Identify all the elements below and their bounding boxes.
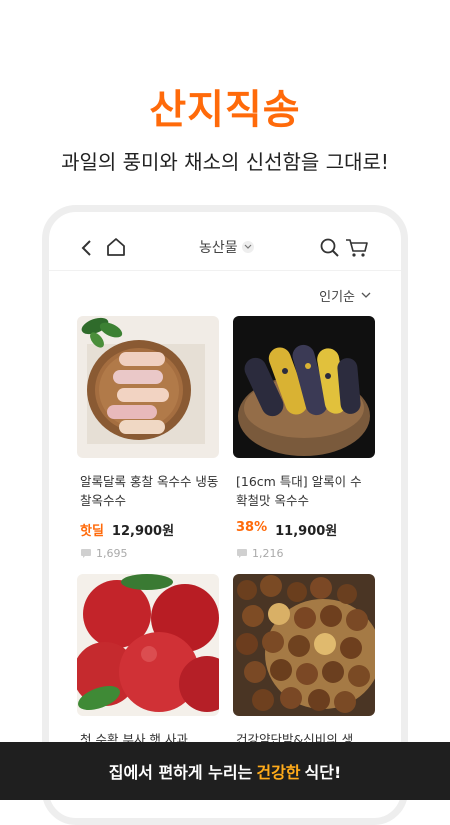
divider xyxy=(49,270,401,271)
banner-suffix: 식단! xyxy=(304,763,342,782)
cart-icon[interactable] xyxy=(345,237,369,259)
product-image xyxy=(233,316,375,458)
product-image xyxy=(77,574,219,716)
banner-prefix: 집에서 편하게 누리는 xyxy=(108,763,253,782)
category-selector[interactable]: 농산물 xyxy=(199,237,254,257)
product-image xyxy=(233,574,375,716)
product-card[interactable]: [16cm 특대] 알록이 수 확철맛 옥수수 38% 11,900원 1,21… xyxy=(233,316,375,560)
category-label: 농산물 xyxy=(199,240,238,256)
search-icon[interactable] xyxy=(319,237,341,259)
product-price: 12,900원 xyxy=(111,524,175,539)
home-icon[interactable] xyxy=(105,236,127,258)
discount-badge: 38% xyxy=(236,520,268,535)
top-nav-bar: 농산물 xyxy=(49,232,401,264)
hero-subtitle: 과일의 풍미와 채소의 신선함을 그대로! xyxy=(61,150,389,174)
bottom-banner: 집에서 편하게 누리는 건강한 식단! xyxy=(0,742,450,800)
review-count-value: 1,695 xyxy=(96,547,128,560)
product-title: [16cm 특대] 알록이 수 확철맛 옥수수 xyxy=(236,474,362,508)
app-screen: 농산물 인기순 알록달록 홍찰 옥수수 냉동 찰옥수수 핫딜 12,900원 1… xyxy=(49,212,401,818)
phone-frame: 농산물 인기순 알록달록 홍찰 옥수수 냉동 찰옥수수 핫딜 12,900원 1… xyxy=(42,205,408,825)
price-row: 38% 11,900원 xyxy=(233,520,375,539)
deal-badge: 핫딜 xyxy=(80,524,104,539)
review-count: 1,695 xyxy=(77,547,219,560)
review-count-value: 1,216 xyxy=(252,547,284,560)
hero-title: 산지직송 xyxy=(149,87,301,133)
price-row: 핫딜 12,900원 xyxy=(77,520,219,539)
review-count: 1,216 xyxy=(233,547,375,560)
chevron-down-icon xyxy=(241,241,254,253)
product-title: 알록달록 홍찰 옥수수 냉동 찰옥수수 xyxy=(80,474,219,508)
comment-icon xyxy=(81,549,91,558)
product-card[interactable]: 첫 수확 부사 햇 사과 xyxy=(77,574,219,768)
chevron-down-icon xyxy=(361,292,371,298)
product-card[interactable]: 알록달록 홍찰 옥수수 냉동 찰옥수수 핫딜 12,900원 1,695 xyxy=(77,316,219,560)
chevron-left-icon[interactable] xyxy=(79,238,95,258)
sort-dropdown[interactable]: 인기순 xyxy=(319,286,371,305)
sort-label: 인기순 xyxy=(319,290,355,305)
product-image xyxy=(77,316,219,458)
comment-icon xyxy=(237,549,247,558)
banner-accent: 건강한 xyxy=(256,763,301,782)
product-card[interactable]: 건강약단밤&신비의 생 xyxy=(233,574,375,768)
product-price: 11,900원 xyxy=(275,524,338,539)
